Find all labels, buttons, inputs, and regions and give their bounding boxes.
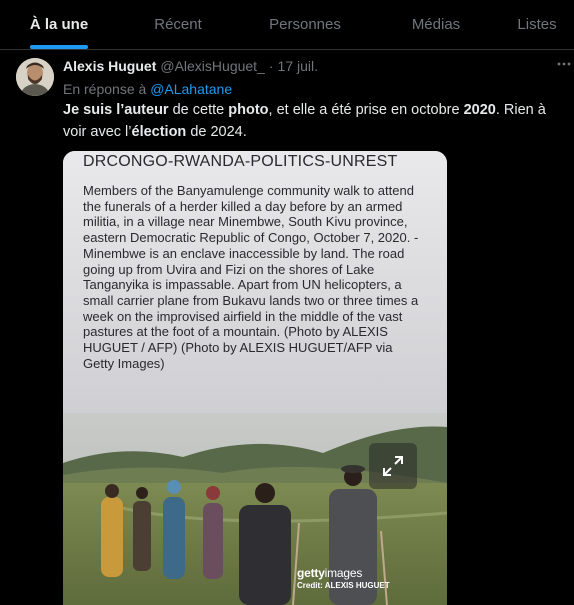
tweet-text-part: Je suis l’	[63, 102, 125, 118]
tweet-text-part: 2020	[463, 102, 496, 118]
getty-logo-bold: getty	[297, 566, 325, 580]
tab-listes[interactable]: Listes	[500, 0, 574, 49]
getty-credit: Credit: ALEXIS HUGUET	[297, 581, 390, 590]
tab-recent[interactable]: Récent	[118, 0, 238, 49]
tab-label: Personnes	[269, 16, 341, 33]
tab-label: À la une	[29, 16, 89, 33]
reply-context: En réponse à @ALahatane	[63, 81, 232, 97]
expand-icon[interactable]	[369, 443, 417, 489]
tweet-text-part: auteur	[124, 102, 169, 118]
tab-personnes[interactable]: Personnes	[238, 0, 372, 49]
tweet-text-part: de cette	[168, 102, 229, 118]
tweet-media-image[interactable]: DRCONGO-RWANDA-POLITICS-UNREST Members o…	[63, 151, 447, 605]
tab-label: Médias	[411, 16, 461, 33]
tweet-date[interactable]: 17 juil.	[278, 58, 318, 74]
tweet-header: Alexis Huguet @AlexisHuguet_ · 17 juil.	[63, 58, 318, 76]
tweet[interactable]: Alexis Huguet @AlexisHuguet_ · 17 juil. …	[0, 50, 574, 605]
tab-label: Listes	[517, 16, 557, 33]
author-name[interactable]: Alexis Huguet	[63, 58, 156, 74]
author-handle[interactable]: @AlexisHuguet_	[160, 58, 265, 74]
getty-logo-light: images	[324, 566, 363, 580]
tweet-text-part: élection	[131, 124, 187, 140]
timeline-tabs: À la une Récent Personnes Médias Listes	[0, 0, 574, 50]
getty-watermark: gettyimages Credit: ALEXIS HUGUET	[297, 566, 390, 590]
tweet-text-part: , et elle a été prise en octobre	[268, 102, 464, 118]
tweet-text-part: de 2024.	[186, 124, 247, 140]
tab-medias[interactable]: Médias	[372, 0, 500, 49]
getty-logo: gettyimages	[297, 566, 390, 580]
tweet-text: Je suis l’auteur de cette photo, et elle…	[63, 99, 572, 143]
reply-mention-link[interactable]: @ALahatane	[150, 81, 232, 97]
tweet-text-part: photo	[228, 102, 269, 118]
more-icon[interactable]	[556, 56, 572, 76]
separator-dot: ·	[268, 58, 274, 74]
tab-label: Récent	[154, 16, 202, 33]
reply-prefix: En réponse à	[63, 81, 147, 97]
avatar-photo	[16, 58, 54, 96]
active-tab-indicator	[30, 45, 88, 49]
tab-a-la-une[interactable]: À la une	[0, 0, 118, 49]
image-caption: Members of the Banyamulenge community wa…	[83, 183, 419, 371]
avatar[interactable]	[16, 58, 54, 96]
image-headline: DRCONGO-RWANDA-POLITICS-UNREST	[83, 153, 398, 170]
